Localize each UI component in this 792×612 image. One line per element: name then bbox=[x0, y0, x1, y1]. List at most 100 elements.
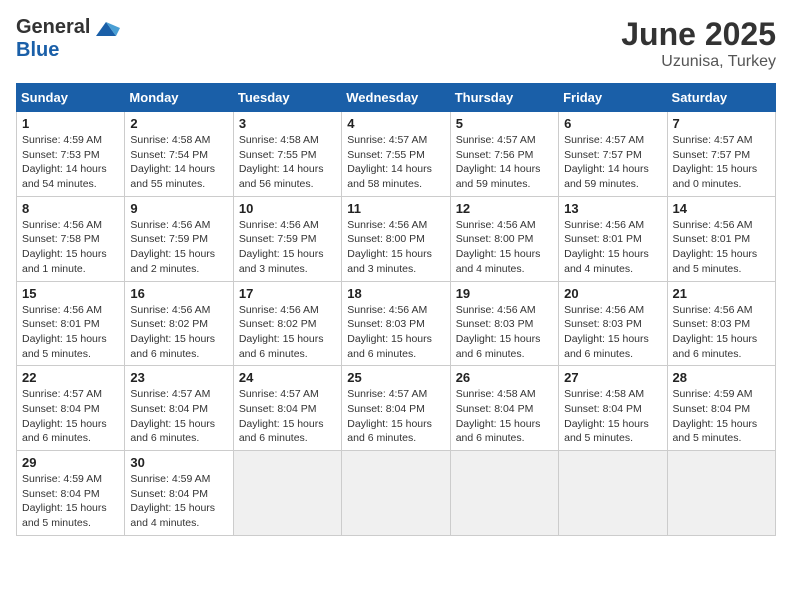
table-row: 30 Sunrise: 4:59 AMSunset: 8:04 PMDayligh… bbox=[125, 451, 233, 536]
day-info: Sunrise: 4:56 AMSunset: 8:03 PMDaylight:… bbox=[673, 303, 770, 362]
day-info: Sunrise: 4:58 AMSunset: 8:04 PMDaylight:… bbox=[456, 387, 553, 446]
location-subtitle: Uzunisa, Turkey bbox=[621, 53, 776, 71]
table-row bbox=[450, 451, 558, 536]
col-monday: Monday bbox=[125, 84, 233, 112]
day-info: Sunrise: 4:57 AMSunset: 8:04 PMDaylight:… bbox=[239, 387, 336, 446]
col-thursday: Thursday bbox=[450, 84, 558, 112]
day-number: 10 bbox=[239, 201, 336, 216]
day-number: 22 bbox=[22, 370, 119, 385]
table-row: 3 Sunrise: 4:58 AMSunset: 7:55 PMDaylight… bbox=[233, 112, 341, 197]
day-info: Sunrise: 4:59 AMSunset: 8:04 PMDaylight:… bbox=[130, 472, 227, 531]
table-row: 17 Sunrise: 4:56 AMSunset: 8:02 PMDayligh… bbox=[233, 281, 341, 366]
day-number: 9 bbox=[130, 201, 227, 216]
calendar-week-row: 22 Sunrise: 4:57 AMSunset: 8:04 PMDayligh… bbox=[17, 366, 776, 451]
day-number: 26 bbox=[456, 370, 553, 385]
col-saturday: Saturday bbox=[667, 84, 775, 112]
table-row: 19Sunrise: 4:56 AMSunset: 8:03 PMDayligh… bbox=[450, 281, 558, 366]
day-info: Sunrise: 4:58 AMSunset: 7:54 PMDaylight:… bbox=[130, 133, 227, 192]
table-row: 18 Sunrise: 4:56 AMSunset: 8:03 PMDayligh… bbox=[342, 281, 450, 366]
day-number: 11 bbox=[347, 201, 444, 216]
table-row: 7Sunrise: 4:57 AMSunset: 7:57 PMDaylight… bbox=[667, 112, 775, 197]
day-number: 4 bbox=[347, 116, 444, 131]
day-info: Sunrise: 4:56 AMSunset: 8:03 PMDaylight:… bbox=[347, 303, 444, 362]
table-row: 13Sunrise: 4:56 AMSunset: 8:01 PMDayligh… bbox=[559, 196, 667, 281]
table-row bbox=[233, 451, 341, 536]
table-row bbox=[342, 451, 450, 536]
table-row: 26 Sunrise: 4:58 AMSunset: 8:04 PMDayligh… bbox=[450, 366, 558, 451]
day-number: 21 bbox=[673, 286, 770, 301]
day-info: Sunrise: 4:56 AMSunset: 8:02 PMDaylight:… bbox=[130, 303, 227, 362]
day-info: Sunrise: 4:56 AMSunset: 7:59 PMDaylight:… bbox=[239, 218, 336, 277]
day-number: 23 bbox=[130, 370, 227, 385]
col-friday: Friday bbox=[559, 84, 667, 112]
table-row: 9 Sunrise: 4:56 AMSunset: 7:59 PMDaylight… bbox=[125, 196, 233, 281]
day-info: Sunrise: 4:59 AMSunset: 7:53 PMDaylight:… bbox=[22, 133, 119, 192]
title-section: June 2025 Uzunisa, Turkey bbox=[621, 16, 776, 71]
table-row: 28 Sunrise: 4:59 AMSunset: 8:04 PMDayligh… bbox=[667, 366, 775, 451]
table-row: 27 Sunrise: 4:58 AMSunset: 8:04 PMDayligh… bbox=[559, 366, 667, 451]
table-row bbox=[559, 451, 667, 536]
table-row: 29 Sunrise: 4:59 AMSunset: 8:04 PMDayligh… bbox=[17, 451, 125, 536]
col-tuesday: Tuesday bbox=[233, 84, 341, 112]
day-number: 1 bbox=[22, 116, 119, 131]
table-row: 24 Sunrise: 4:57 AMSunset: 8:04 PMDayligh… bbox=[233, 366, 341, 451]
day-info: Sunrise: 4:58 AMSunset: 8:04 PMDaylight:… bbox=[564, 387, 661, 446]
day-number: 19 bbox=[456, 286, 553, 301]
day-info: Sunrise: 4:58 AMSunset: 7:55 PMDaylight:… bbox=[239, 133, 336, 192]
day-info: Sunrise: 4:56 AMSunset: 7:58 PMDaylight:… bbox=[22, 218, 119, 277]
table-row: 4 Sunrise: 4:57 AMSunset: 7:55 PMDaylight… bbox=[342, 112, 450, 197]
day-info: Sunrise: 4:59 AMSunset: 8:04 PMDaylight:… bbox=[22, 472, 119, 531]
table-row: 1 Sunrise: 4:59 AMSunset: 7:53 PMDaylight… bbox=[17, 112, 125, 197]
day-number: 28 bbox=[673, 370, 770, 385]
page-header: General Blue June 2025 Uzunisa, Turkey bbox=[16, 16, 776, 71]
day-info: Sunrise: 4:56 AMSunset: 8:00 PMDaylight:… bbox=[456, 218, 553, 277]
calendar-week-row: 8 Sunrise: 4:56 AMSunset: 7:58 PMDaylight… bbox=[17, 196, 776, 281]
day-info: Sunrise: 4:56 AMSunset: 8:01 PMDaylight:… bbox=[673, 218, 770, 277]
month-year-title: June 2025 bbox=[621, 16, 776, 53]
day-info: Sunrise: 4:57 AMSunset: 8:04 PMDaylight:… bbox=[130, 387, 227, 446]
day-number: 17 bbox=[239, 286, 336, 301]
day-number: 24 bbox=[239, 370, 336, 385]
table-row: 12 Sunrise: 4:56 AMSunset: 8:00 PMDayligh… bbox=[450, 196, 558, 281]
calendar-week-row: 1 Sunrise: 4:59 AMSunset: 7:53 PMDaylight… bbox=[17, 112, 776, 197]
table-row: 16 Sunrise: 4:56 AMSunset: 8:02 PMDayligh… bbox=[125, 281, 233, 366]
table-row: 25Sunrise: 4:57 AMSunset: 8:04 PMDayligh… bbox=[342, 366, 450, 451]
day-number: 16 bbox=[130, 286, 227, 301]
table-row: 6Sunrise: 4:57 AMSunset: 7:57 PMDaylight… bbox=[559, 112, 667, 197]
table-row bbox=[667, 451, 775, 536]
logo-general-text: General bbox=[16, 16, 90, 39]
day-info: Sunrise: 4:59 AMSunset: 8:04 PMDaylight:… bbox=[673, 387, 770, 446]
day-number: 30 bbox=[130, 455, 227, 470]
table-row: 8 Sunrise: 4:56 AMSunset: 7:58 PMDaylight… bbox=[17, 196, 125, 281]
day-number: 29 bbox=[22, 455, 119, 470]
logo-blue-text: Blue bbox=[16, 39, 59, 61]
day-info: Sunrise: 4:57 AMSunset: 8:04 PMDaylight:… bbox=[347, 387, 444, 446]
day-info: Sunrise: 4:56 AMSunset: 8:02 PMDaylight:… bbox=[239, 303, 336, 362]
calendar-header-row: Sunday Monday Tuesday Wednesday Thursday… bbox=[17, 84, 776, 112]
day-number: 8 bbox=[22, 201, 119, 216]
table-row: 22Sunrise: 4:57 AMSunset: 8:04 PMDayligh… bbox=[17, 366, 125, 451]
calendar-table: Sunday Monday Tuesday Wednesday Thursday… bbox=[16, 83, 776, 536]
table-row: 2 Sunrise: 4:58 AMSunset: 7:54 PMDaylight… bbox=[125, 112, 233, 197]
day-number: 27 bbox=[564, 370, 661, 385]
table-row: 23 Sunrise: 4:57 AMSunset: 8:04 PMDayligh… bbox=[125, 366, 233, 451]
table-row: 15 Sunrise: 4:56 AMSunset: 8:01 PMDayligh… bbox=[17, 281, 125, 366]
day-number: 2 bbox=[130, 116, 227, 131]
day-info: Sunrise: 4:57 AMSunset: 7:56 PMDaylight:… bbox=[456, 133, 553, 192]
day-info: Sunrise: 4:56 AMSunset: 8:00 PMDaylight:… bbox=[347, 218, 444, 277]
table-row: 21 Sunrise: 4:56 AMSunset: 8:03 PMDayligh… bbox=[667, 281, 775, 366]
day-info: Sunrise: 4:57 AMSunset: 7:55 PMDaylight:… bbox=[347, 133, 444, 192]
day-info: Sunrise: 4:56 AMSunset: 8:01 PMDaylight:… bbox=[22, 303, 119, 362]
day-number: 20 bbox=[564, 286, 661, 301]
day-number: 14 bbox=[673, 201, 770, 216]
day-number: 3 bbox=[239, 116, 336, 131]
table-row: 10 Sunrise: 4:56 AMSunset: 7:59 PMDayligh… bbox=[233, 196, 341, 281]
day-number: 12 bbox=[456, 201, 553, 216]
day-number: 15 bbox=[22, 286, 119, 301]
day-info: Sunrise: 4:56 AMSunset: 7:59 PMDaylight:… bbox=[130, 218, 227, 277]
day-info: Sunrise: 4:57 AMSunset: 7:57 PMDaylight:… bbox=[673, 133, 770, 192]
col-sunday: Sunday bbox=[17, 84, 125, 112]
day-info: Sunrise: 4:56 AMSunset: 8:03 PMDaylight:… bbox=[564, 303, 661, 362]
calendar-week-row: 29 Sunrise: 4:59 AMSunset: 8:04 PMDayligh… bbox=[17, 451, 776, 536]
day-number: 18 bbox=[347, 286, 444, 301]
